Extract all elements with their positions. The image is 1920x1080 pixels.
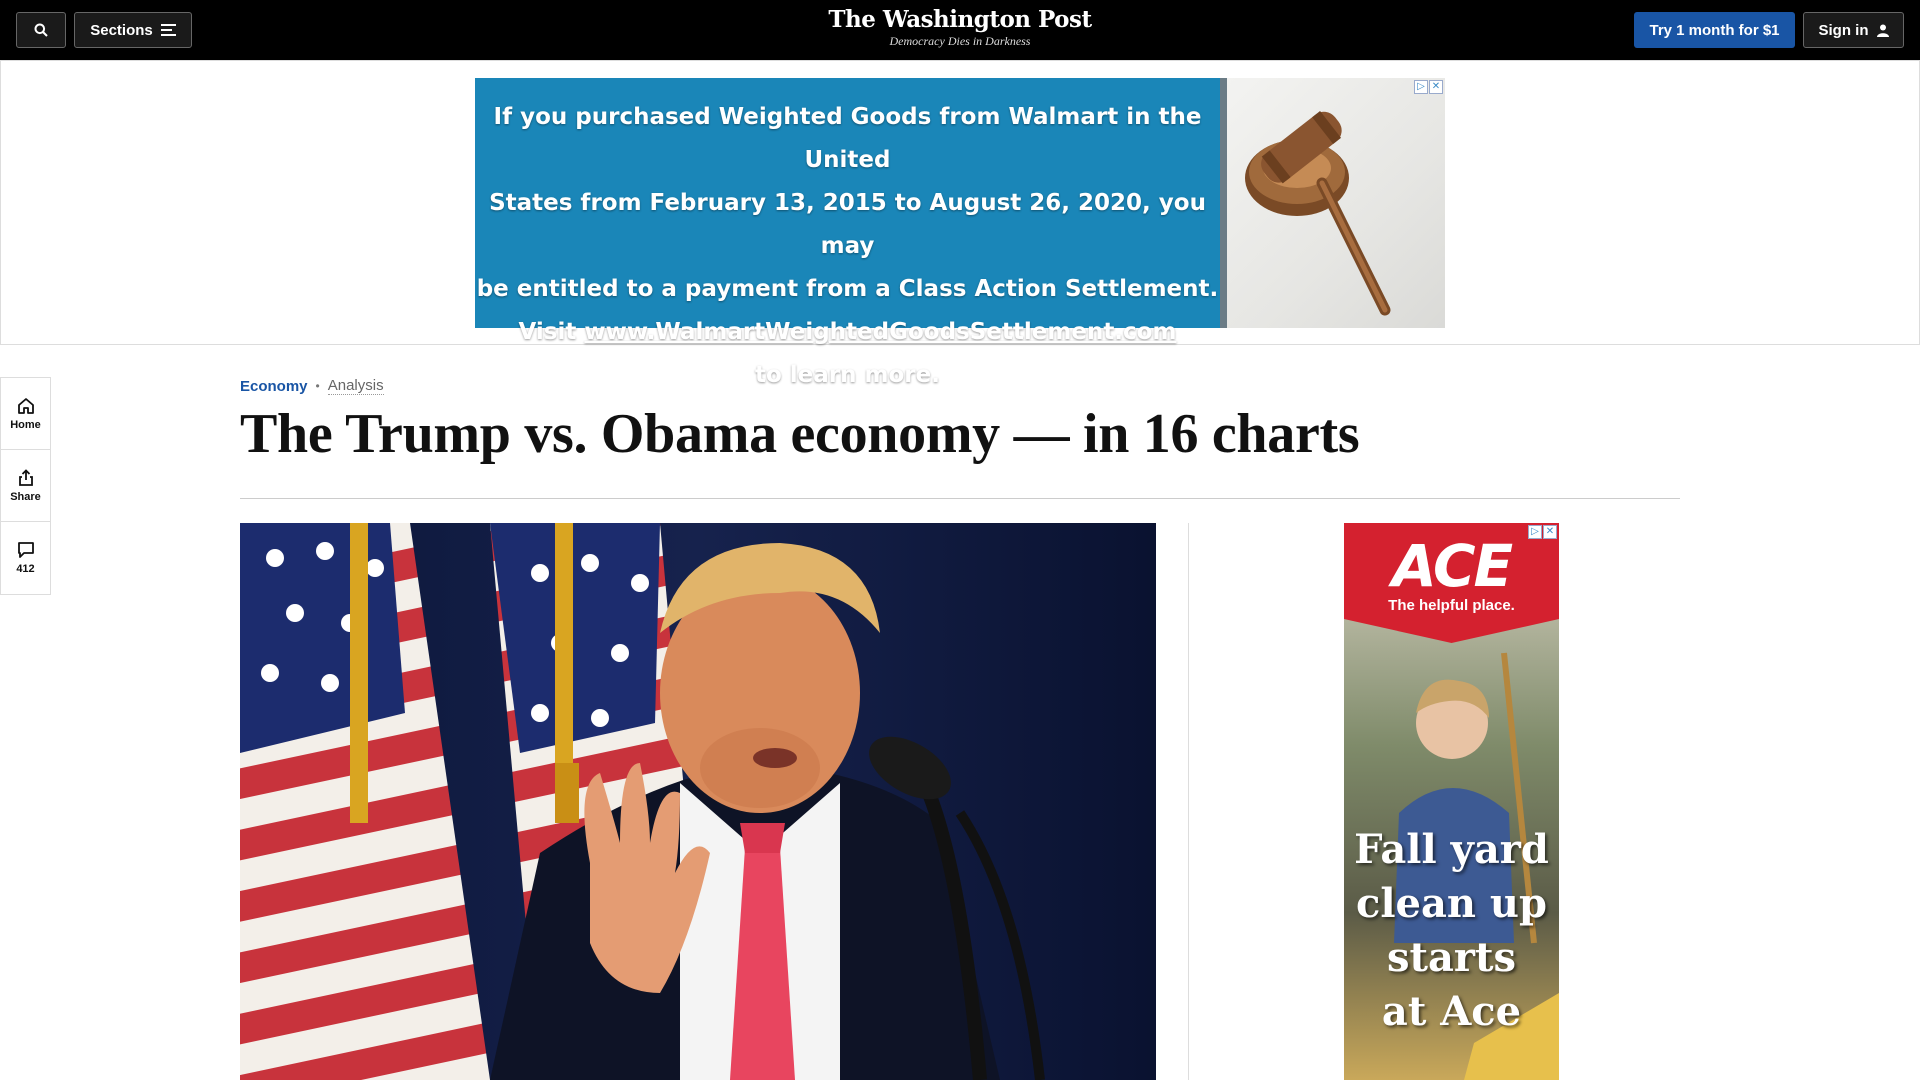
user-icon xyxy=(1876,24,1889,37)
lead-photo-image xyxy=(240,523,1156,1080)
home-icon xyxy=(17,397,34,414)
ad-line: States from February 13, 2015 to August … xyxy=(489,190,1206,259)
menu-icon xyxy=(160,24,176,36)
share-button[interactable]: Share xyxy=(1,450,50,522)
ad-line: If you purchased Weighted Goods from Wal… xyxy=(493,104,1202,173)
adchoices-icon[interactable]: ▷ xyxy=(1528,525,1542,539)
side-ad-choices[interactable]: ▷ ✕ xyxy=(1528,525,1557,539)
site-logo[interactable]: The Washington Post Democracy Dies in Da… xyxy=(810,6,1110,49)
sections-button[interactable]: Sections xyxy=(74,12,192,48)
share-icon xyxy=(18,468,33,486)
top-navigation-bar: Sections The Washington Post Democracy D… xyxy=(0,0,1920,60)
tagline: Democracy Dies in Darkness xyxy=(889,34,1031,48)
search-button[interactable] xyxy=(16,12,66,48)
share-label: Share xyxy=(10,490,41,503)
ad-line-prefix: Visit xyxy=(518,319,585,345)
ad-headline-line: Fall yard xyxy=(1354,826,1549,873)
home-button[interactable]: Home xyxy=(1,378,50,450)
left-action-rail: Home Share 412 xyxy=(0,377,51,595)
ad-choices[interactable]: ▷ ✕ xyxy=(1414,80,1443,94)
column-divider xyxy=(1188,523,1189,1080)
close-icon[interactable]: ✕ xyxy=(1429,80,1443,94)
ad-gavel-image: ▷ ✕ xyxy=(1227,78,1445,328)
ad-headline-line: at Ace xyxy=(1381,988,1522,1035)
separator-dot: • xyxy=(315,379,320,393)
ad-headline-line: starts xyxy=(1387,934,1516,981)
sign-in-label: Sign in xyxy=(1818,21,1869,39)
analysis-label[interactable]: Analysis xyxy=(327,377,384,395)
top-ad-banner[interactable]: If you purchased Weighted Goods from Wal… xyxy=(475,78,1445,388)
comments-button[interactable]: 412 xyxy=(1,522,50,594)
comments-count: 412 xyxy=(16,563,35,575)
article-headline: The Trump vs. Obama economy — in 16 char… xyxy=(240,403,1360,465)
headline-divider xyxy=(240,498,1680,499)
subscribe-button[interactable]: Try 1 month for $1 xyxy=(1634,12,1795,48)
sign-in-button[interactable]: Sign in xyxy=(1803,12,1904,48)
article-kicker: Economy • Analysis xyxy=(240,377,384,395)
adchoices-icon[interactable]: ▷ xyxy=(1414,80,1428,94)
section-link[interactable]: Economy xyxy=(240,378,308,395)
ad-settlement-link[interactable]: www.WalmartWeightedGoodsSettlement.com xyxy=(584,319,1176,345)
close-icon[interactable]: ✕ xyxy=(1543,525,1557,539)
ad-copy: If you purchased Weighted Goods from Wal… xyxy=(475,78,1220,388)
comment-icon xyxy=(17,542,34,558)
lead-photo[interactable] xyxy=(240,523,1156,1080)
ad-divider xyxy=(1220,78,1227,328)
ad-line: be entitled to a payment from a Class Ac… xyxy=(476,276,1219,302)
ad-headline: Fall yard clean up starts at Ace xyxy=(1344,823,1559,1039)
sidebar-ad-banner[interactable]: ACE The helpful place. Fall yard clean u… xyxy=(1344,523,1559,1080)
home-label: Home xyxy=(10,418,41,431)
sections-label: Sections xyxy=(90,21,153,39)
ad-headline-line: clean up xyxy=(1356,880,1547,927)
search-icon xyxy=(34,23,48,37)
ad-line: Visit www.WalmartWeightedGoodsSettlement… xyxy=(475,311,1220,354)
gavel-icon xyxy=(1245,111,1391,316)
logo-text: The Washington Post xyxy=(828,6,1092,33)
ad-line: to learn more. xyxy=(755,362,940,388)
